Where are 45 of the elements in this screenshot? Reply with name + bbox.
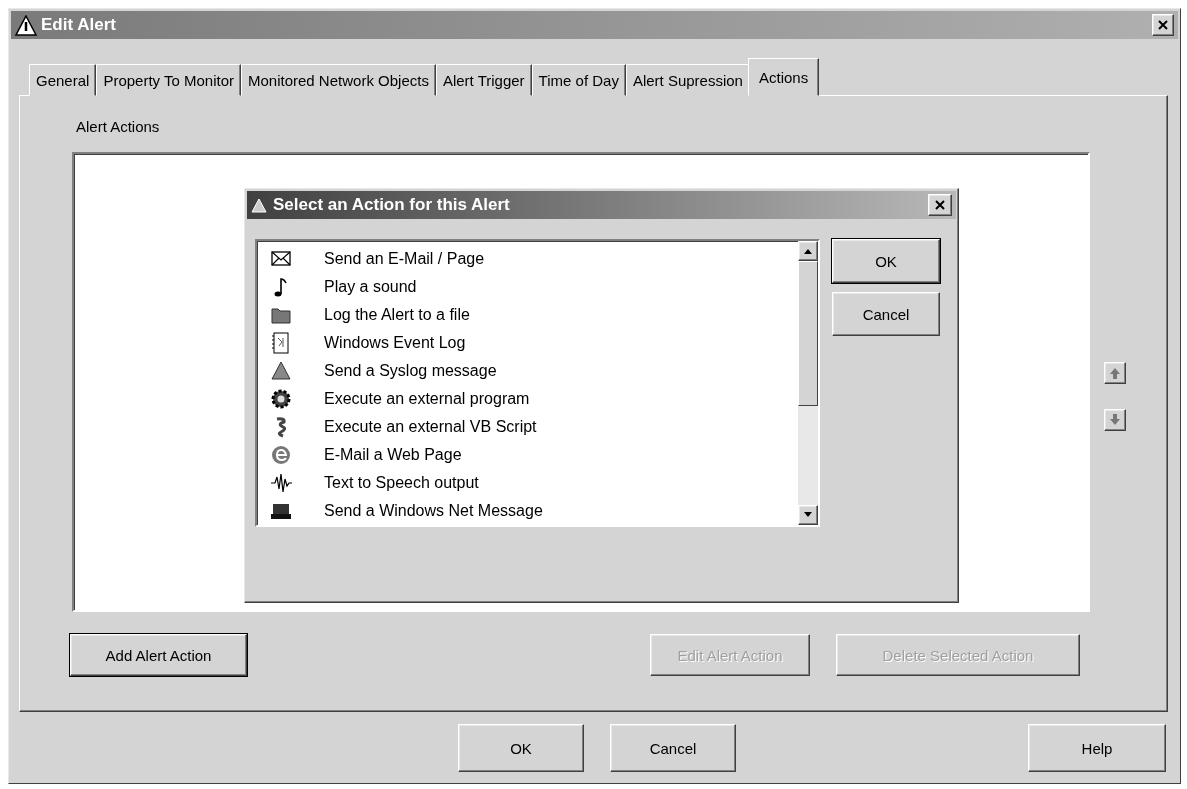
down-arrow-icon (803, 511, 813, 519)
action-item[interactable]: Windows Event Log (322, 334, 468, 352)
warning-icon (15, 14, 37, 36)
close-button[interactable] (1152, 14, 1174, 36)
globe-icon (269, 443, 293, 467)
close-icon (934, 199, 946, 211)
sound-wave-icon (269, 471, 293, 495)
action-item[interactable]: Execute an external VB Script (322, 418, 539, 436)
section-label: Alert Actions (76, 118, 161, 137)
scrollbar[interactable] (798, 241, 818, 525)
tab[interactable]: Property To Monitor (96, 64, 241, 96)
action-item[interactable]: Log the Alert to a file (322, 306, 472, 324)
move-down-button[interactable] (1104, 409, 1126, 431)
tab[interactable]: Actions (747, 58, 820, 96)
dialog-button[interactable]: Cancel (832, 292, 940, 336)
tab[interactable]: Time of Day (531, 64, 626, 96)
close-icon (1157, 19, 1169, 31)
action-item[interactable]: Execute an external program (322, 390, 532, 408)
window-title: Edit Alert (41, 15, 116, 35)
tab[interactable]: Monitored Network Objects (241, 64, 436, 96)
dialog-title: Select an Action for this Alert (273, 195, 510, 215)
action-button[interactable]: Add Alert Action (70, 634, 247, 676)
dialog-button[interactable]: OK (832, 239, 940, 283)
close-button[interactable] (928, 194, 952, 216)
up-arrow-icon (803, 247, 813, 255)
action-item[interactable]: E-Mail a Web Page (322, 446, 464, 464)
action-item[interactable]: Send a Syslog message (322, 362, 499, 380)
gear-icon (269, 387, 293, 411)
tab[interactable]: Alert Trigger (435, 64, 532, 96)
scroll-down-button[interactable] (798, 505, 818, 525)
up-arrow-icon (1109, 367, 1121, 379)
down-arrow-icon (1109, 414, 1121, 426)
triangle-icon (251, 197, 267, 213)
tab[interactable]: Alert Supression (625, 64, 750, 96)
triangle-icon (269, 359, 293, 383)
dialog-button[interactable]: Help (1028, 724, 1166, 772)
action-item[interactable]: Send an E-Mail / Page (322, 250, 487, 268)
dialog-button[interactable]: Cancel (610, 724, 736, 772)
scroll-up-button[interactable] (798, 241, 818, 261)
move-up-button[interactable] (1104, 362, 1126, 384)
action-item[interactable]: Text to Speech output (322, 474, 481, 492)
dialog-button[interactable]: OK (458, 724, 584, 772)
tab[interactable]: General (29, 64, 97, 96)
action-item[interactable]: Play a sound (322, 278, 419, 296)
action-item[interactable]: Send a Windows Net Message (322, 502, 545, 520)
